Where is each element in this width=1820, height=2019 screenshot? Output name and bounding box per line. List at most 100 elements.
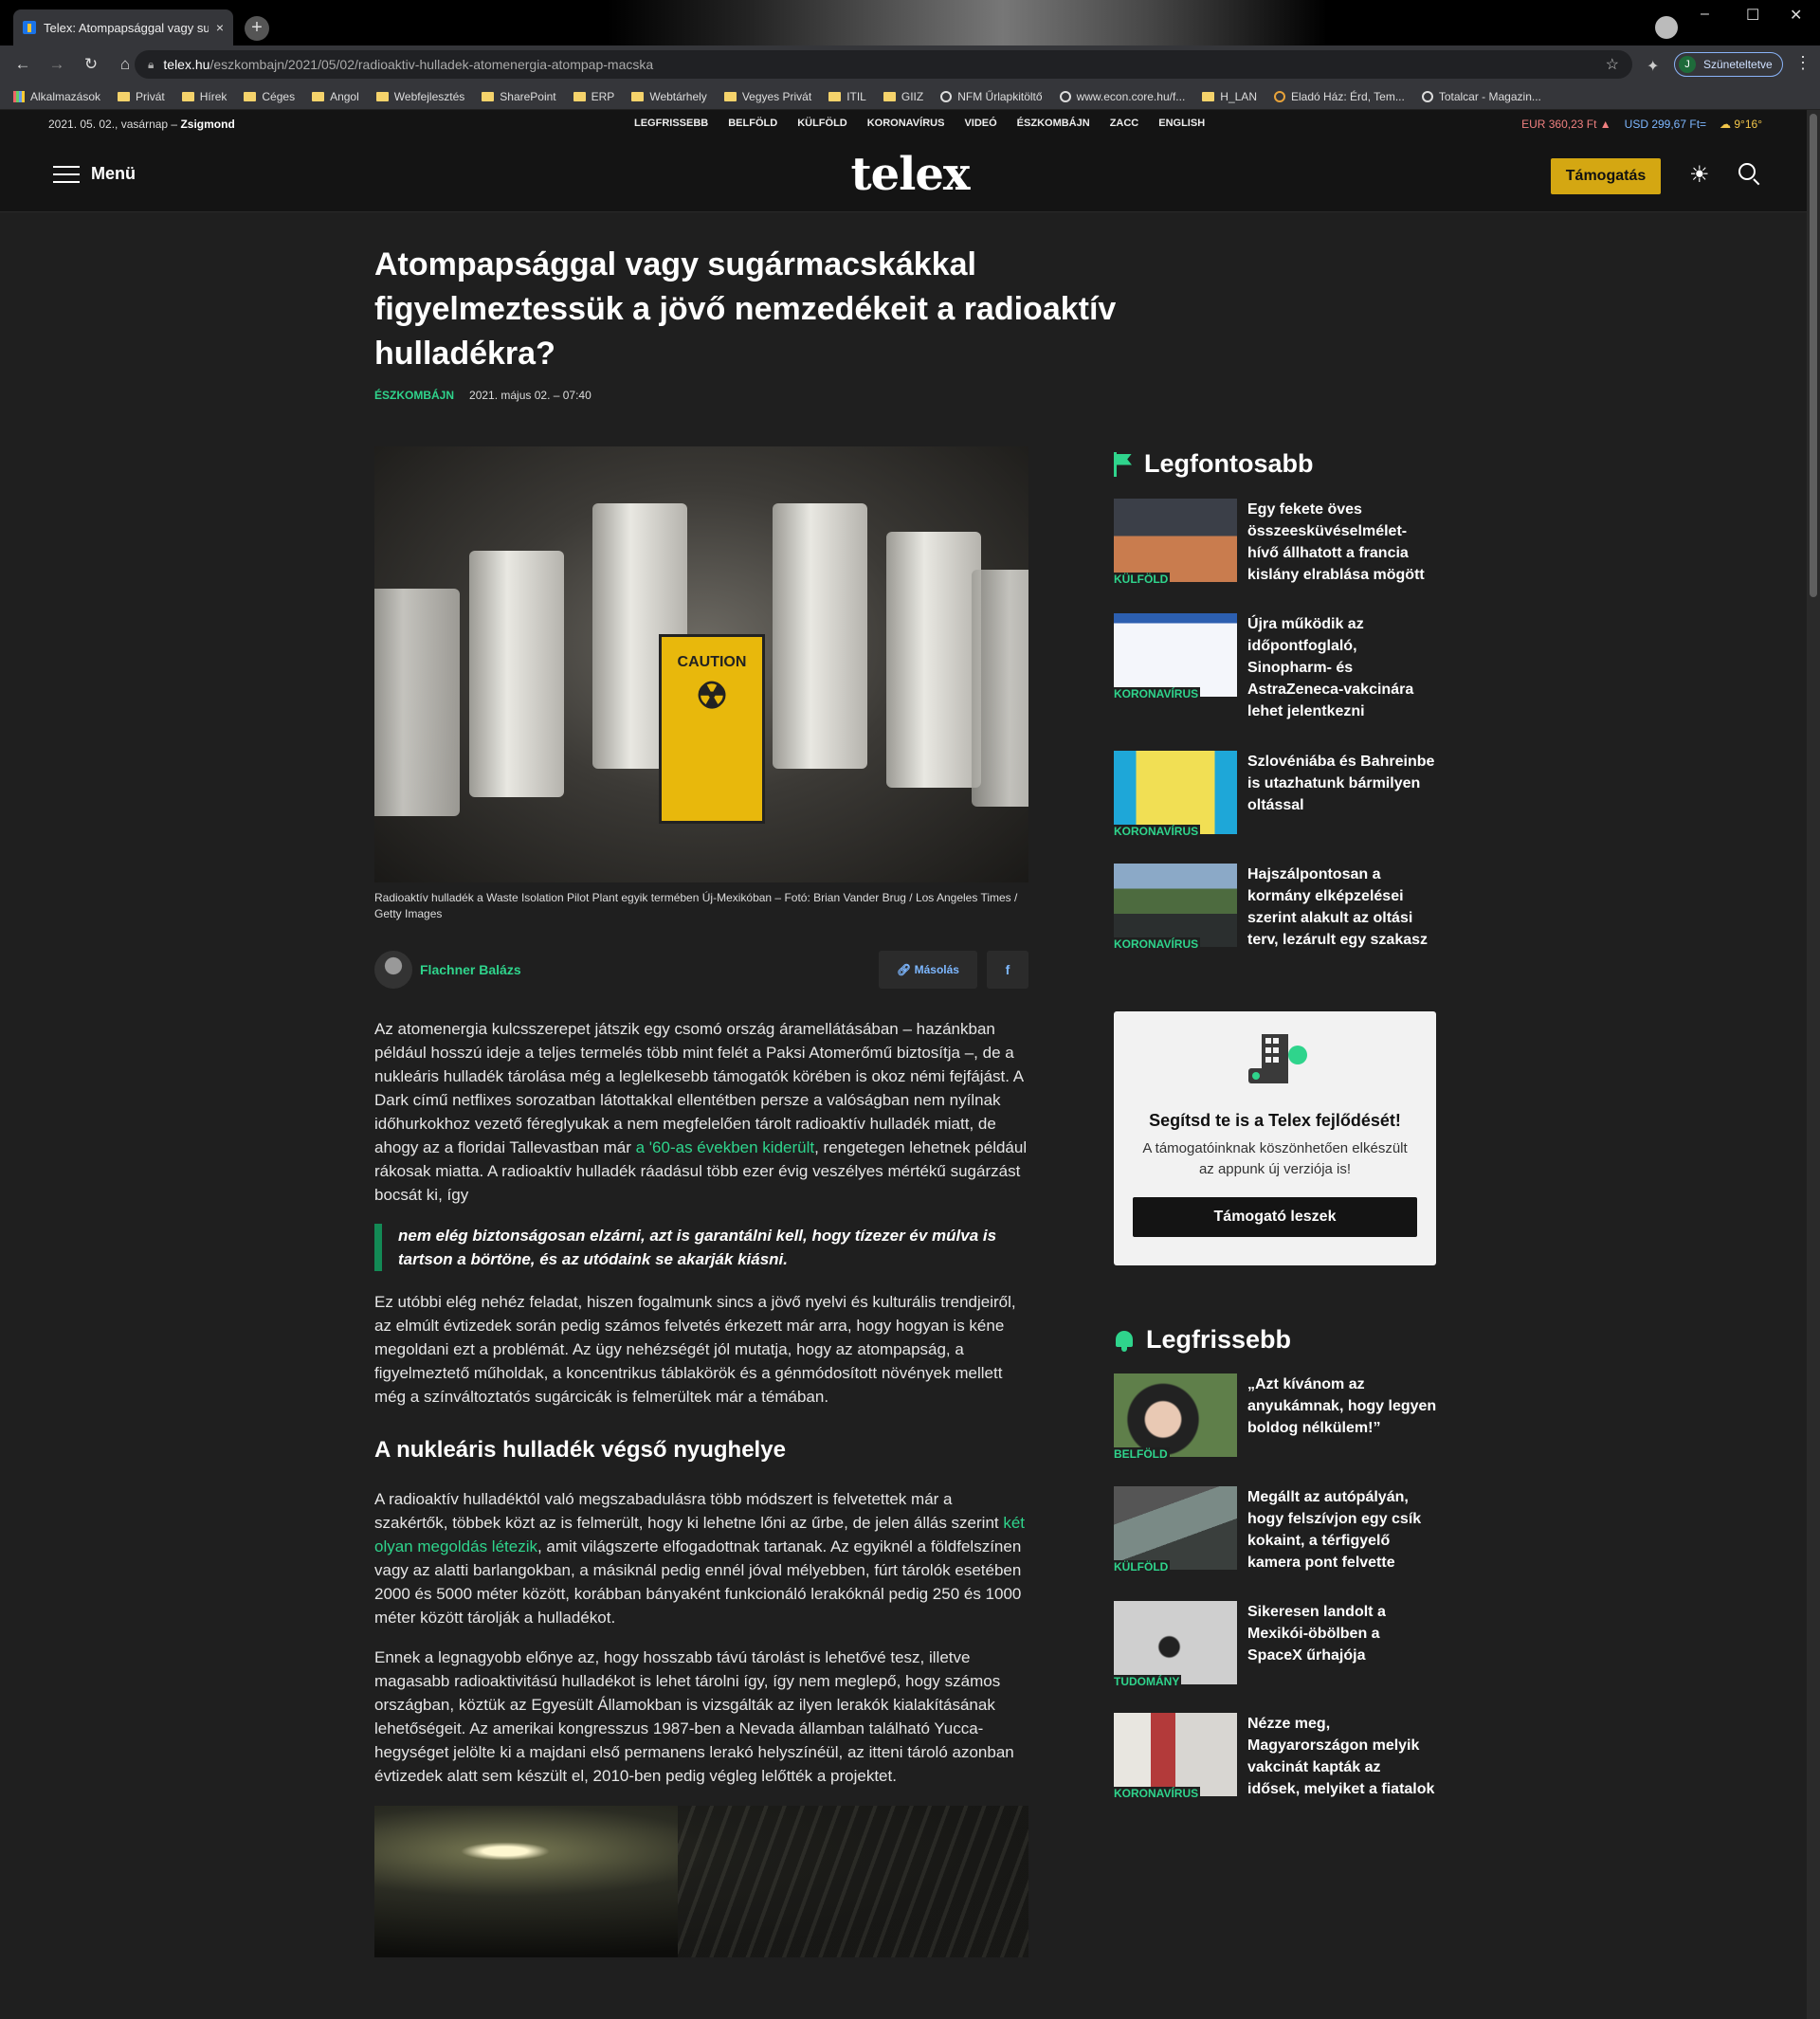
building-icon	[1247, 1034, 1307, 1091]
minimize-icon[interactable]: –	[1701, 6, 1709, 23]
bookmark-folder[interactable]: Céges	[244, 90, 295, 103]
story-tag[interactable]: KORONAVÍRUS	[1114, 1787, 1201, 1800]
list-item[interactable]: KORONAVÍRUS Újra működik az időpontfogla…	[1114, 613, 1436, 751]
story-title[interactable]: Hajszálpontosan a kormány elképzelései s…	[1247, 864, 1437, 951]
copy-link-button[interactable]: 🔗︎ Másolás	[879, 951, 977, 989]
tab-close-icon[interactable]: ×	[216, 20, 224, 35]
browser-tab[interactable]: Telex: Atompapsággal vagy sugá ×	[13, 9, 233, 45]
story-tag[interactable]: KÜLFÖLD	[1114, 573, 1171, 586]
page-scrollbar[interactable]	[1807, 110, 1820, 2019]
tunnel-image[interactable]	[374, 1806, 1028, 1957]
article-category[interactable]: ÉSZKOMBÁJN	[374, 389, 454, 402]
story-title[interactable]: Nézze meg, Magyarországon melyik vakciná…	[1247, 1713, 1437, 1800]
article: Atompapsággal vagy sugármacskákkal figye…	[374, 243, 1116, 1957]
list-item[interactable]: KORONAVÍRUS Hajszálpontosan a kormány el…	[1114, 864, 1436, 955]
inline-link[interactable]: a '60-as években kiderült	[636, 1138, 814, 1156]
support-button[interactable]: Támogatás	[1551, 158, 1661, 194]
story-thumbnail[interactable]	[1114, 1486, 1237, 1570]
bookmark-folder[interactable]: H_LAN	[1202, 90, 1257, 103]
maximize-icon[interactable]: ☐	[1746, 6, 1759, 25]
bookmark-folder[interactable]: Privát	[118, 90, 165, 103]
story-tag[interactable]: KORONAVÍRUS	[1114, 825, 1201, 838]
search-icon[interactable]	[1738, 163, 1756, 180]
bookmark-apps[interactable]: Alkalmazások	[13, 90, 100, 103]
nav-belfold[interactable]: BELFÖLD	[728, 118, 777, 129]
story-tag[interactable]: BELFÖLD	[1114, 1447, 1170, 1461]
forward-icon[interactable]: →	[46, 55, 68, 74]
telex-favicon-icon	[23, 21, 36, 34]
nav-koronavirus[interactable]: KORONAVÍRUS	[867, 118, 945, 129]
list-item[interactable]: KÜLFÖLD Egy fekete öves összeesküvéselmé…	[1114, 499, 1436, 613]
extensions-icon[interactable]: ✦	[1647, 57, 1659, 76]
list-item[interactable]: BELFÖLD „Azt kívánom az anyukámnak, hogy…	[1114, 1373, 1436, 1486]
facebook-share-button[interactable]: f	[987, 951, 1028, 989]
story-title[interactable]: Egy fekete öves összeesküvéselmélet-hívő…	[1247, 499, 1437, 586]
bookmark-folder[interactable]: Webfejlesztés	[375, 90, 464, 103]
story-thumbnail[interactable]	[1114, 613, 1237, 697]
nav-english[interactable]: ENGLISH	[1158, 118, 1205, 129]
story-title[interactable]: Szlovéniába és Bahreinbe is utazhatunk b…	[1247, 751, 1437, 816]
nav-legfrissebb[interactable]: LEGFRISSEBB	[634, 118, 708, 129]
bookmark-folder[interactable]: Webtárhely	[631, 90, 707, 103]
list-item[interactable]: KORONAVÍRUS Szlovéniába és Bahreinbe is …	[1114, 751, 1436, 864]
bookmark-folder[interactable]: ERP	[573, 90, 614, 103]
bookmark-folder[interactable]: ITIL	[828, 90, 866, 103]
bookmark-folder[interactable]: Hírek	[181, 90, 227, 103]
site-header: Menü telex Támogatás ☀	[0, 138, 1820, 212]
story-tag[interactable]: TUDOMÁNY	[1114, 1675, 1182, 1688]
list-item[interactable]: TUDOMÁNY Sikeresen landolt a Mexikói-öbö…	[1114, 1601, 1436, 1713]
back-icon[interactable]: ←	[11, 55, 34, 74]
bookmark-folder[interactable]: SharePoint	[482, 90, 556, 103]
bookmark-star-icon[interactable]: ☆	[1606, 55, 1619, 74]
profile-button[interactable]: J Szüneteltetve	[1674, 52, 1783, 77]
story-tag[interactable]: KORONAVÍRUS	[1114, 687, 1201, 700]
url-domain: telex.hu	[163, 57, 210, 72]
usd-rate[interactable]: USD 299,67 Ft=	[1625, 118, 1706, 131]
browser-menu-icon[interactable]: ⋮	[1794, 53, 1811, 73]
nav-zacc[interactable]: ZACC	[1110, 118, 1139, 129]
story-thumbnail[interactable]	[1114, 499, 1237, 582]
media-control-icon[interactable]	[1655, 16, 1678, 39]
top-stories-heading: Legfontosabb	[1114, 449, 1436, 479]
bookmark-link[interactable]: Eladó Ház: Érd, Tem...	[1273, 90, 1405, 103]
telex-logo[interactable]: telex	[0, 148, 1820, 201]
theme-toggle-icon[interactable]: ☀	[1689, 161, 1710, 189]
story-tag[interactable]: KÜLFÖLD	[1114, 1560, 1171, 1573]
story-title[interactable]: Újra működik az időpontfoglaló, Sinophar…	[1247, 613, 1437, 722]
become-supporter-button[interactable]: Támogató leszek	[1133, 1197, 1417, 1237]
story-title[interactable]: Sikeresen landolt a Mexikói-öbölben a Sp…	[1247, 1601, 1437, 1666]
story-thumbnail[interactable]	[1114, 1601, 1237, 1684]
bookmark-folder[interactable]: Vegyes Privát	[723, 90, 811, 103]
address-bar[interactable]: 🔒︎ telex.hu /eszkombajn/2021/05/02/radio…	[135, 50, 1632, 79]
weather[interactable]: ☁ 9°16°	[1720, 118, 1762, 131]
bookmark-folder[interactable]: Angol	[312, 90, 359, 103]
close-window-icon[interactable]: ✕	[1790, 6, 1802, 25]
story-title[interactable]: „Azt kívánom az anyukámnak, hogy legyen …	[1247, 1373, 1437, 1439]
story-thumbnail[interactable]	[1114, 1713, 1237, 1796]
author-name[interactable]: Flachner Balázs	[420, 962, 521, 977]
new-tab-button[interactable]: +	[245, 16, 269, 41]
eur-rate[interactable]: EUR 360,23 Ft ▲	[1521, 118, 1611, 131]
list-item[interactable]: KORONAVÍRUS Nézze meg, Magyarországon me…	[1114, 1713, 1436, 1804]
story-thumbnail[interactable]	[1114, 751, 1237, 834]
bookmark-link[interactable]: www.econ.core.hu/f...	[1059, 90, 1185, 103]
list-item[interactable]: KÜLFÖLD Megállt az autópályán, hogy fels…	[1114, 1486, 1436, 1601]
nav-eszkombajn[interactable]: ÉSZKOMBÁJN	[1017, 118, 1090, 129]
story-title[interactable]: Megállt az autópályán, hogy felszívjon e…	[1247, 1486, 1437, 1573]
hero-image[interactable]: CAUTION ☢	[374, 446, 1028, 882]
nav-video[interactable]: VIDEÓ	[964, 118, 996, 129]
folder-icon	[181, 91, 194, 101]
caution-sign: CAUTION ☢	[659, 634, 765, 824]
story-tag[interactable]: KORONAVÍRUS	[1114, 937, 1201, 951]
home-icon[interactable]: ⌂	[114, 55, 136, 74]
nav-kulfold[interactable]: KÜLFÖLD	[797, 118, 847, 129]
author-avatar[interactable]	[374, 951, 412, 989]
reload-icon[interactable]: ↻	[80, 55, 102, 74]
story-thumbnail[interactable]	[1114, 1373, 1237, 1457]
scrollbar-thumb[interactable]	[1810, 114, 1817, 597]
lock-icon[interactable]: 🔒︎	[148, 58, 154, 72]
bookmark-link[interactable]: Totalcar - Magazin...	[1421, 90, 1541, 103]
bookmark-folder[interactable]: GIIZ	[883, 90, 923, 103]
story-thumbnail[interactable]	[1114, 864, 1237, 947]
bookmark-link[interactable]: NFM Űrlapkitöltő	[940, 90, 1043, 103]
